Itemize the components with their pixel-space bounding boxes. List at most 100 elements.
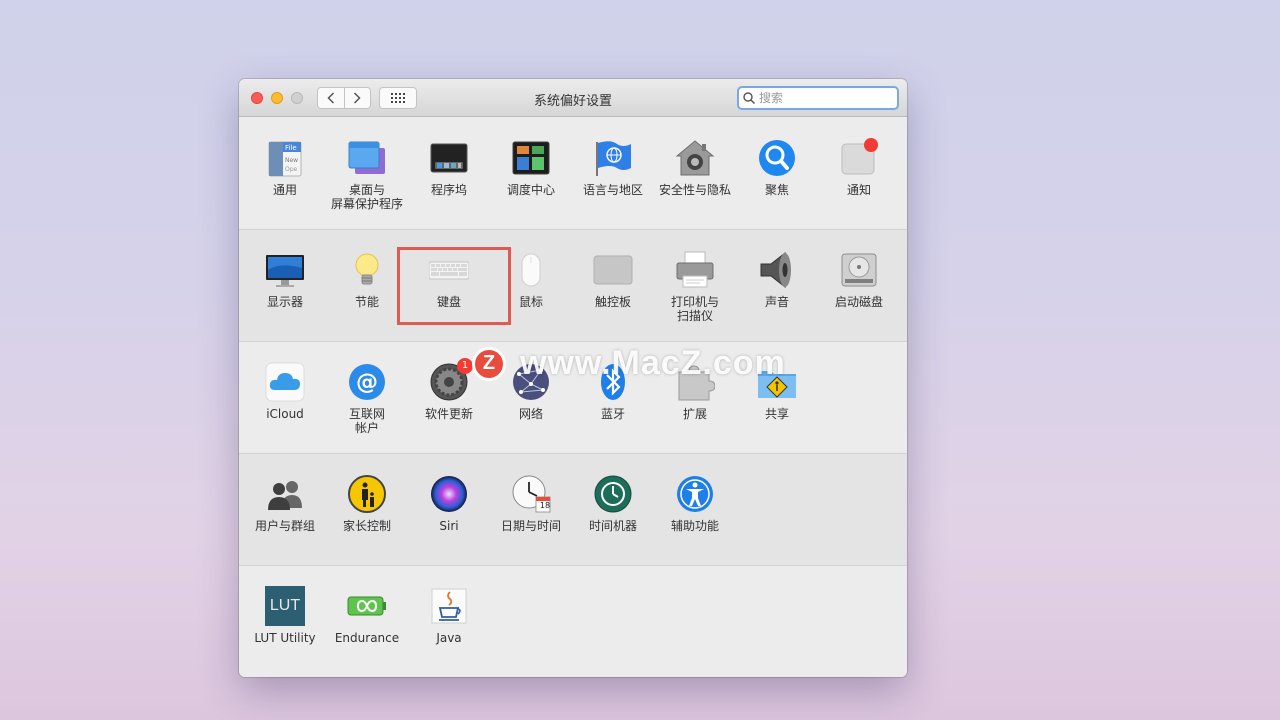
speaker-icon bbox=[757, 250, 797, 290]
titlebar: 系统偏好设置 bbox=[239, 79, 907, 117]
pref-trackpad[interactable]: 触控板 bbox=[572, 250, 654, 309]
pref-label: 打印机与 扫描仪 bbox=[670, 295, 719, 323]
pref-label: Endurance bbox=[334, 631, 400, 645]
pref-mouse[interactable]: 鼠标 bbox=[490, 250, 572, 309]
siri-icon bbox=[429, 474, 469, 514]
pref-label: 安全性与隐私 bbox=[658, 183, 731, 197]
endurance-battery-icon bbox=[347, 586, 387, 626]
pref-time-machine[interactable]: 时间机器 bbox=[572, 474, 654, 533]
pref-printers-scanners[interactable]: 打印机与 扫描仪 bbox=[654, 250, 736, 323]
pref-label: 调度中心 bbox=[506, 183, 555, 197]
printer-icon bbox=[675, 250, 715, 290]
watermark: Z www.MacZ.com bbox=[472, 344, 786, 383]
pref-icloud[interactable]: iCloud bbox=[244, 362, 326, 421]
svg-text:@: @ bbox=[356, 370, 378, 395]
dock-icon bbox=[429, 138, 469, 178]
pref-label: 共享 bbox=[764, 407, 789, 421]
pref-label: 日期与时间 bbox=[500, 519, 561, 533]
pref-label: 鼠标 bbox=[518, 295, 543, 309]
pref-label: Siri bbox=[439, 519, 459, 533]
pref-keyboard[interactable]: 键盘 bbox=[408, 250, 490, 309]
spotlight-magnifier-icon bbox=[757, 138, 797, 178]
pref-sound[interactable]: 声音 bbox=[736, 250, 818, 309]
preferences-section-1: File New Ope 通用 桌面与 屏幕保护程序 程序坞 调度中心 语言与地… bbox=[239, 118, 907, 230]
pref-label: 声音 bbox=[764, 295, 789, 309]
mission-control-icon bbox=[511, 138, 551, 178]
pref-label: 扩展 bbox=[682, 407, 707, 421]
disk-icon bbox=[839, 250, 879, 290]
pref-label: 节能 bbox=[354, 295, 379, 309]
lut-icon-text: LUT bbox=[269, 597, 301, 614]
date-time-clock-icon: 18 bbox=[511, 474, 551, 514]
pref-label: 键盘 bbox=[436, 295, 461, 309]
pref-security-privacy[interactable]: 安全性与隐私 bbox=[654, 138, 736, 197]
pref-startup-disk[interactable]: 启动磁盘 bbox=[818, 250, 900, 309]
language-flag-icon bbox=[593, 138, 633, 178]
pref-internet-accounts[interactable]: @ 互联网 帐户 bbox=[326, 362, 408, 435]
notifications-icon bbox=[839, 138, 879, 178]
pref-mission-control[interactable]: 调度中心 bbox=[490, 138, 572, 197]
pref-label: 程序坞 bbox=[430, 183, 467, 197]
pref-general[interactable]: File New Ope 通用 bbox=[244, 138, 326, 197]
pref-label: 桌面与 屏幕保护程序 bbox=[330, 183, 403, 211]
pref-desktop-screensaver[interactable]: 桌面与 屏幕保护程序 bbox=[326, 138, 408, 211]
calendar-day: 18 bbox=[539, 501, 551, 510]
pref-label: 启动磁盘 bbox=[834, 295, 883, 309]
parental-controls-icon bbox=[347, 474, 387, 514]
pref-label: Java bbox=[436, 631, 462, 645]
pref-endurance[interactable]: Endurance bbox=[326, 586, 408, 645]
pref-dock[interactable]: 程序坞 bbox=[408, 138, 490, 197]
pref-label: 辅助功能 bbox=[670, 519, 719, 533]
watermark-logo: Z bbox=[472, 346, 506, 381]
pref-label: 通知 bbox=[846, 183, 871, 197]
pref-label: 聚焦 bbox=[764, 183, 789, 197]
icloud-icon bbox=[265, 362, 305, 402]
pref-parental-controls[interactable]: 家长控制 bbox=[326, 474, 408, 533]
pref-label: 通用 bbox=[272, 183, 297, 197]
pref-label: 时间机器 bbox=[588, 519, 637, 533]
display-icon bbox=[265, 250, 305, 290]
pref-accessibility[interactable]: 辅助功能 bbox=[654, 474, 736, 533]
desktop-screensaver-icon bbox=[347, 138, 387, 178]
preferences-section-2: 显示器 节能 键盘 鼠标 触控板 打印机与 扫描仪 声音 启动磁盘 bbox=[239, 230, 907, 342]
search-input[interactable] bbox=[759, 91, 889, 105]
pref-energy-saver[interactable]: 节能 bbox=[326, 250, 408, 309]
java-cup-icon bbox=[429, 586, 469, 626]
update-badge: 1 bbox=[457, 358, 473, 374]
energy-bulb-icon bbox=[347, 250, 387, 290]
pref-displays[interactable]: 显示器 bbox=[244, 250, 326, 309]
pref-label: 蓝牙 bbox=[600, 407, 625, 421]
svg-text:File: File bbox=[285, 144, 297, 152]
pref-label: 软件更新 bbox=[424, 407, 473, 421]
users-groups-icon bbox=[265, 474, 305, 514]
pref-label: 语言与地区 bbox=[582, 183, 643, 197]
pref-label: 显示器 bbox=[266, 295, 303, 309]
pref-date-time[interactable]: 18 日期与时间 bbox=[490, 474, 572, 533]
pref-label: 用户与群组 bbox=[254, 519, 315, 533]
preferences-section-4: 用户与群组 家长控制 Siri 18 日期与时间 时间机器 辅助功能 bbox=[239, 454, 907, 566]
search-field[interactable] bbox=[737, 86, 899, 110]
trackpad-icon bbox=[593, 250, 633, 290]
pref-label: LUT Utility bbox=[254, 631, 316, 645]
pref-java[interactable]: Java bbox=[408, 586, 490, 645]
software-update-gear-icon: 1 bbox=[429, 358, 473, 402]
svg-text:New: New bbox=[285, 157, 298, 164]
accessibility-icon bbox=[675, 474, 715, 514]
pref-language-region[interactable]: 语言与地区 bbox=[572, 138, 654, 197]
pref-label: 触控板 bbox=[594, 295, 631, 309]
security-house-icon bbox=[675, 138, 715, 178]
internet-accounts-at-icon: @ bbox=[347, 362, 387, 402]
pref-label: 互联网 帐户 bbox=[348, 407, 385, 435]
pref-label: 家长控制 bbox=[342, 519, 391, 533]
mouse-icon bbox=[511, 250, 551, 290]
pref-spotlight[interactable]: 聚焦 bbox=[736, 138, 818, 197]
pref-lut-utility[interactable]: LUT LUT Utility bbox=[244, 586, 326, 645]
watermark-text: www.MacZ.com bbox=[520, 344, 786, 382]
pref-siri[interactable]: Siri bbox=[408, 474, 490, 533]
pref-users-groups[interactable]: 用户与群组 bbox=[244, 474, 326, 533]
time-machine-icon bbox=[593, 474, 633, 514]
general-file-icon: File New Ope bbox=[265, 138, 305, 178]
preferences-section-other: LUT LUT Utility Endurance Java bbox=[239, 566, 907, 677]
pref-notifications[interactable]: 通知 bbox=[818, 138, 900, 197]
keyboard-icon bbox=[429, 250, 469, 290]
